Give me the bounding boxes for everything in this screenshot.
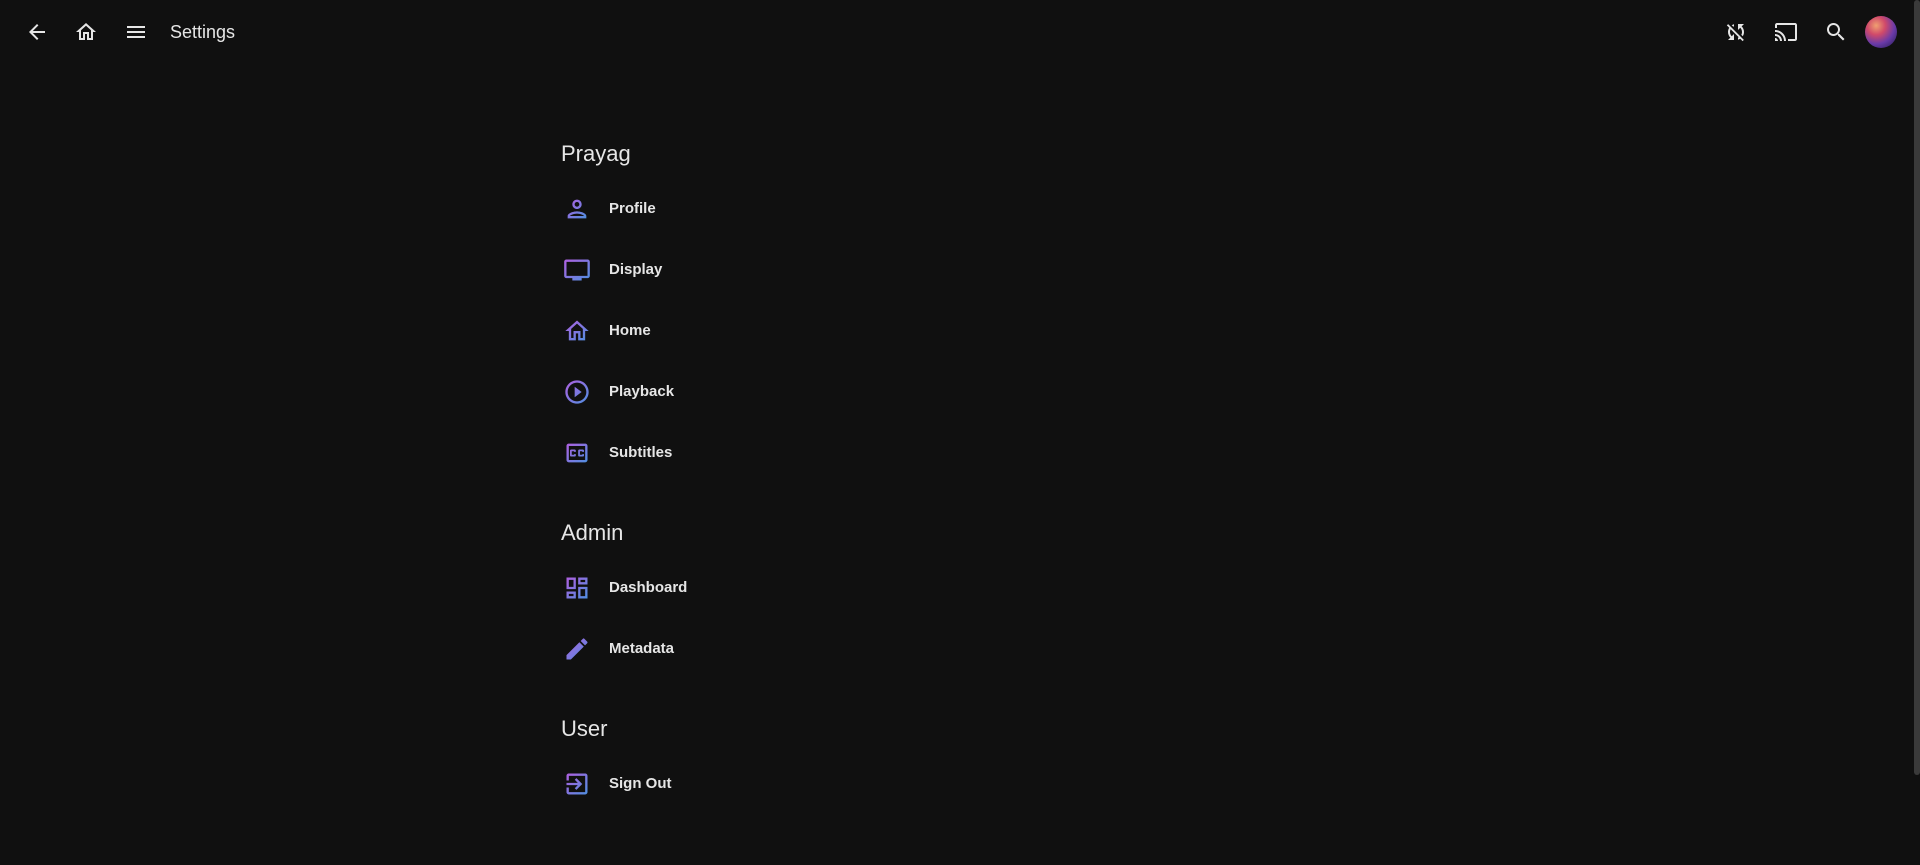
section-title: User xyxy=(561,716,608,741)
home-icon xyxy=(76,23,96,40)
sync-disabled-icon xyxy=(1726,24,1744,42)
settings-item-profile[interactable]: Profile xyxy=(561,178,1261,239)
top-bar: Settings xyxy=(0,0,1920,64)
settings-item-sign-out[interactable]: Sign Out xyxy=(561,753,1261,814)
back-button[interactable] xyxy=(17,12,57,52)
home-icon xyxy=(563,317,591,345)
settings-item-dashboard[interactable]: Dashboard xyxy=(561,557,1261,618)
search-icon xyxy=(1827,23,1845,41)
search-button[interactable] xyxy=(1816,12,1856,52)
monitor-icon xyxy=(563,256,591,284)
section-title: Prayag xyxy=(561,141,631,166)
settings-item-label: Dashboard xyxy=(609,579,688,596)
settings-item-label: Display xyxy=(609,261,663,278)
cast-icon xyxy=(1775,23,1797,41)
page-title: Settings xyxy=(170,22,236,42)
section-user: User Sign Out xyxy=(561,705,1261,814)
sync-play-button[interactable] xyxy=(1716,12,1756,52)
settings-item-metadata[interactable]: Metadata xyxy=(561,618,1261,679)
sign-out-icon xyxy=(563,770,591,798)
home-button[interactable] xyxy=(66,12,106,52)
settings-item-label: Playback xyxy=(609,383,675,400)
play-circle-icon xyxy=(563,378,591,406)
cast-button[interactable] xyxy=(1766,12,1806,52)
scrollbar[interactable] xyxy=(1914,0,1920,775)
settings-list: Prayag Profile Display Home Playback Sub… xyxy=(561,130,1261,840)
settings-item-subtitles[interactable]: Subtitles xyxy=(561,422,1261,483)
user-avatar[interactable] xyxy=(1865,16,1897,48)
section-prayag: Prayag Profile Display Home Playback Sub… xyxy=(561,130,1261,483)
settings-item-label: Profile xyxy=(609,200,656,217)
dashboard-icon xyxy=(563,574,591,602)
pencil-icon xyxy=(563,635,591,663)
menu-button[interactable] xyxy=(116,12,156,52)
settings-item-label: Home xyxy=(609,322,651,339)
settings-item-label: Subtitles xyxy=(609,444,673,461)
settings-item-label: Sign Out xyxy=(609,775,672,792)
section-title: Admin xyxy=(561,520,624,545)
arrow-left-icon xyxy=(29,24,45,40)
settings-item-home[interactable]: Home xyxy=(561,300,1261,361)
settings-item-display[interactable]: Display xyxy=(561,239,1261,300)
section-admin: Admin Dashboard Metadata xyxy=(561,509,1261,679)
settings-item-playback[interactable]: Playback xyxy=(561,361,1261,422)
person-icon xyxy=(563,195,591,223)
hamburger-menu-icon xyxy=(127,26,145,38)
closed-caption-icon xyxy=(563,439,591,467)
settings-item-label: Metadata xyxy=(609,640,675,657)
